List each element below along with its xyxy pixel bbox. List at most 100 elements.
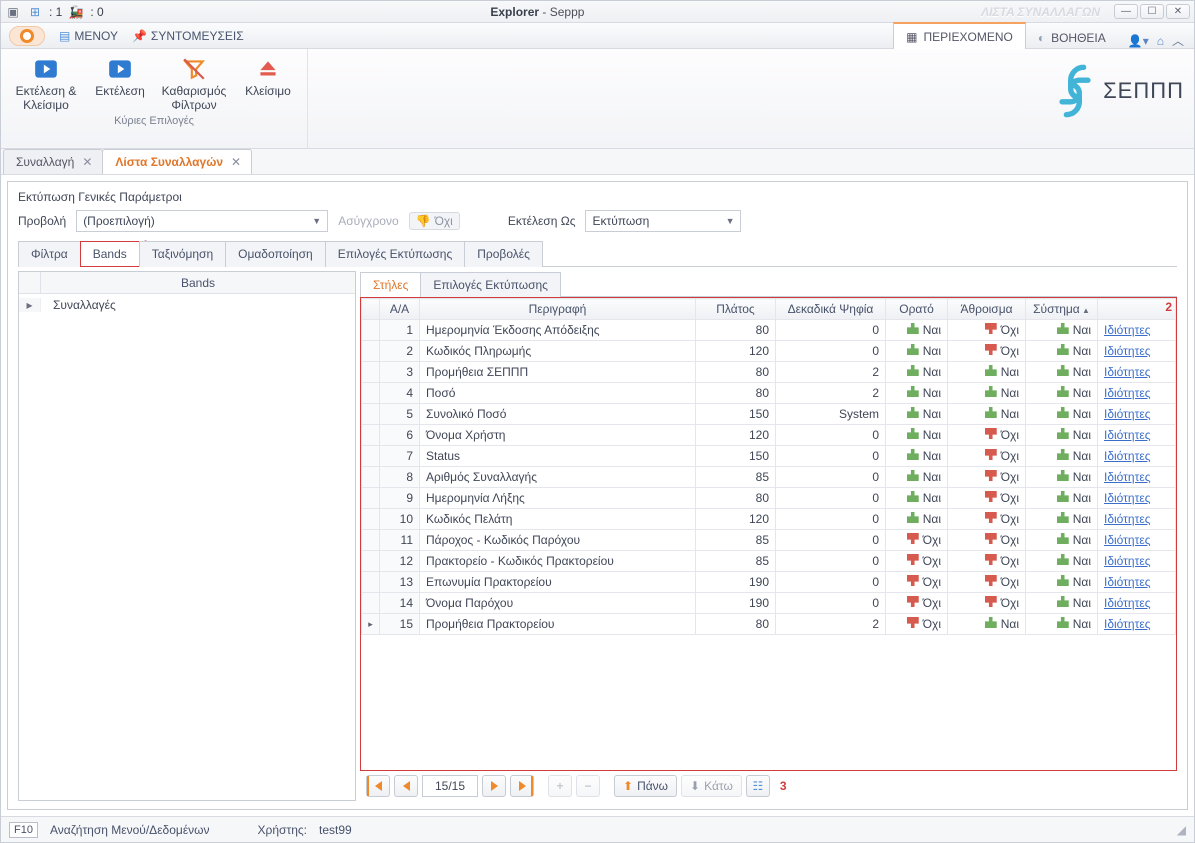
- table-row[interactable]: 6Όνομα Χρήστη1200ΝαιΌχιΝαιΙδιότητες: [362, 425, 1176, 446]
- properties-link[interactable]: Ιδιότητες: [1104, 491, 1150, 505]
- subtab-filters[interactable]: Φίλτρα: [18, 241, 81, 267]
- run-button[interactable]: Εκτέλεση: [87, 53, 153, 113]
- properties-link[interactable]: Ιδιότητες: [1104, 512, 1150, 526]
- cell-visible[interactable]: Ναι: [886, 446, 948, 467]
- properties-link[interactable]: Ιδιότητες: [1104, 344, 1150, 358]
- subtab-grouping[interactable]: Ομαδοποίηση: [225, 241, 326, 267]
- maximize-button[interactable]: ☐: [1140, 4, 1164, 19]
- status-search-hint[interactable]: Αναζήτηση Μενού/Δεδομένων: [50, 823, 210, 837]
- cell-sum[interactable]: Όχι: [948, 341, 1026, 362]
- properties-link[interactable]: Ιδιότητες: [1104, 407, 1150, 421]
- table-row[interactable]: 7Status1500ΝαιΌχιΝαιΙδιότητες: [362, 446, 1176, 467]
- table-row[interactable]: 12Πρακτορείο - Κωδικός Πρακτορείου850Όχι…: [362, 551, 1176, 572]
- f10-key[interactable]: F10: [9, 822, 38, 838]
- cell-sum[interactable]: Όχι: [948, 551, 1026, 572]
- properties-link[interactable]: Ιδιότητες: [1104, 575, 1150, 589]
- properties-link[interactable]: Ιδιότητες: [1104, 617, 1150, 631]
- cell-system[interactable]: Ναι: [1026, 446, 1098, 467]
- user-icon[interactable]: 👤▾: [1128, 34, 1149, 48]
- close-button[interactable]: Κλείσιμο: [235, 53, 301, 113]
- shortcuts-button[interactable]: 📌 ΣΥΝΤΟΜΕΥΣΕΙΣ: [132, 29, 244, 43]
- band-row[interactable]: ▸ Συναλλαγές: [19, 294, 355, 316]
- cell-system[interactable]: Ναι: [1026, 467, 1098, 488]
- table-row[interactable]: 3Προμήθεια ΣΕΠΠΠ802ΝαιΝαιΝαιΙδιότητες: [362, 362, 1176, 383]
- properties-link[interactable]: Ιδιότητες: [1104, 533, 1150, 547]
- table-row[interactable]: 4Ποσό802ΝαιΝαιΝαιΙδιότητες: [362, 383, 1176, 404]
- pager-add[interactable]: +: [548, 775, 572, 797]
- cell-sum[interactable]: Όχι: [948, 572, 1026, 593]
- cell-system[interactable]: Ναι: [1026, 404, 1098, 425]
- properties-link[interactable]: Ιδιότητες: [1104, 449, 1150, 463]
- table-row[interactable]: 9Ημερομηνία Λήξης800ΝαιΌχιΝαιΙδιότητες: [362, 488, 1176, 509]
- cell-visible[interactable]: Ναι: [886, 509, 948, 530]
- inner-tab-columns[interactable]: Στήλες: [360, 272, 421, 297]
- columns-grid[interactable]: Α/Α Περιγραφή Πλάτος Δεκαδικά Ψηφία Ορατ…: [361, 298, 1176, 770]
- close-icon[interactable]: ✕: [82, 155, 92, 169]
- cell-system[interactable]: Ναι: [1026, 509, 1098, 530]
- cell-sum[interactable]: Όχι: [948, 425, 1026, 446]
- cell-system[interactable]: Ναι: [1026, 572, 1098, 593]
- properties-link[interactable]: Ιδιότητες: [1104, 323, 1150, 337]
- col-system[interactable]: Σύστημα: [1026, 299, 1098, 320]
- subtab-bands[interactable]: Bands 1: [80, 241, 140, 267]
- menu-button[interactable]: ▤ ΜΕΝΟΥ: [59, 29, 118, 43]
- col-aa[interactable]: Α/Α: [380, 299, 420, 320]
- doc-tab-transaction[interactable]: Συναλλαγή ✕: [3, 149, 103, 174]
- col-width[interactable]: Πλάτος: [696, 299, 776, 320]
- properties-link[interactable]: Ιδιότητες: [1104, 386, 1150, 400]
- table-row[interactable]: ▸15Προμήθεια Πρακτορείου802ΌχιΝαιΝαιΙδιό…: [362, 614, 1176, 635]
- main-tab-help[interactable]: ◐ ΒΟΗΘΕΙΑ: [1026, 25, 1118, 50]
- properties-link[interactable]: Ιδιότητες: [1104, 365, 1150, 379]
- cell-system[interactable]: Ναι: [1026, 383, 1098, 404]
- subtab-print-options[interactable]: Επιλογές Εκτύπωσης: [325, 241, 466, 267]
- properties-link[interactable]: Ιδιότητες: [1104, 470, 1150, 484]
- pager-prev[interactable]: [394, 775, 418, 797]
- cell-visible[interactable]: Ναι: [886, 404, 948, 425]
- properties-link[interactable]: Ιδιότητες: [1104, 428, 1150, 442]
- cell-visible[interactable]: Ναι: [886, 467, 948, 488]
- col-props[interactable]: [1098, 299, 1176, 320]
- table-row[interactable]: 11Πάροχος - Κωδικός Παρόχου850ΌχιΌχιΝαιΙ…: [362, 530, 1176, 551]
- cell-visible[interactable]: Όχι: [886, 530, 948, 551]
- col-marker[interactable]: [362, 299, 380, 320]
- cell-sum[interactable]: Όχι: [948, 320, 1026, 341]
- modules-icon[interactable]: ⊞: [27, 4, 43, 20]
- cell-system[interactable]: Ναι: [1026, 593, 1098, 614]
- cell-visible[interactable]: Όχι: [886, 614, 948, 635]
- table-row[interactable]: 10Κωδικός Πελάτη1200ΝαιΌχιΝαιΙδιότητες: [362, 509, 1176, 530]
- run-and-close-button[interactable]: Εκτέλεση & Κλείσιμο: [7, 53, 85, 113]
- cell-sum[interactable]: Όχι: [948, 467, 1026, 488]
- cell-system[interactable]: Ναι: [1026, 425, 1098, 446]
- table-row[interactable]: 13Επωνυμία Πρακτορείου1900ΌχιΌχιΝαιΙδιότ…: [362, 572, 1176, 593]
- cell-system[interactable]: Ναι: [1026, 488, 1098, 509]
- col-decimals[interactable]: Δεκαδικά Ψηφία: [776, 299, 886, 320]
- cell-visible[interactable]: Όχι: [886, 593, 948, 614]
- cell-visible[interactable]: Ναι: [886, 425, 948, 446]
- cell-system[interactable]: Ναι: [1026, 551, 1098, 572]
- cell-sum[interactable]: Ναι: [948, 383, 1026, 404]
- exec-as-combo[interactable]: Εκτύπωση▼: [585, 210, 741, 232]
- view-combo[interactable]: (Προεπιλογή)▼: [76, 210, 328, 232]
- cell-sum[interactable]: Ναι: [948, 614, 1026, 635]
- cell-system[interactable]: Ναι: [1026, 530, 1098, 551]
- cell-sum[interactable]: Όχι: [948, 446, 1026, 467]
- cell-system[interactable]: Ναι: [1026, 320, 1098, 341]
- clear-filters-button[interactable]: Καθαρισμός Φίλτρων: [155, 53, 233, 113]
- subtab-sorting[interactable]: Ταξινόμηση: [139, 241, 226, 267]
- pager-first[interactable]: [366, 775, 390, 797]
- cell-system[interactable]: Ναι: [1026, 614, 1098, 635]
- cell-sum[interactable]: Όχι: [948, 509, 1026, 530]
- minimize-button[interactable]: —: [1114, 4, 1138, 19]
- close-window-button[interactable]: ✕: [1166, 4, 1190, 19]
- table-row[interactable]: 14Όνομα Παρόχου1900ΌχιΌχιΝαιΙδιότητες: [362, 593, 1176, 614]
- cell-visible[interactable]: Όχι: [886, 551, 948, 572]
- col-sum[interactable]: Άθροισμα: [948, 299, 1026, 320]
- cell-visible[interactable]: Ναι: [886, 341, 948, 362]
- pager-position[interactable]: 15/15: [422, 775, 478, 797]
- subtab-views[interactable]: Προβολές: [464, 241, 543, 267]
- train-icon[interactable]: 🚂: [68, 4, 84, 20]
- cell-visible[interactable]: Ναι: [886, 488, 948, 509]
- doc-tab-transaction-list[interactable]: Λίστα Συναλλαγών ✕: [102, 149, 252, 174]
- pager-settings[interactable]: ☷: [746, 775, 770, 797]
- properties-link[interactable]: Ιδιότητες: [1104, 596, 1150, 610]
